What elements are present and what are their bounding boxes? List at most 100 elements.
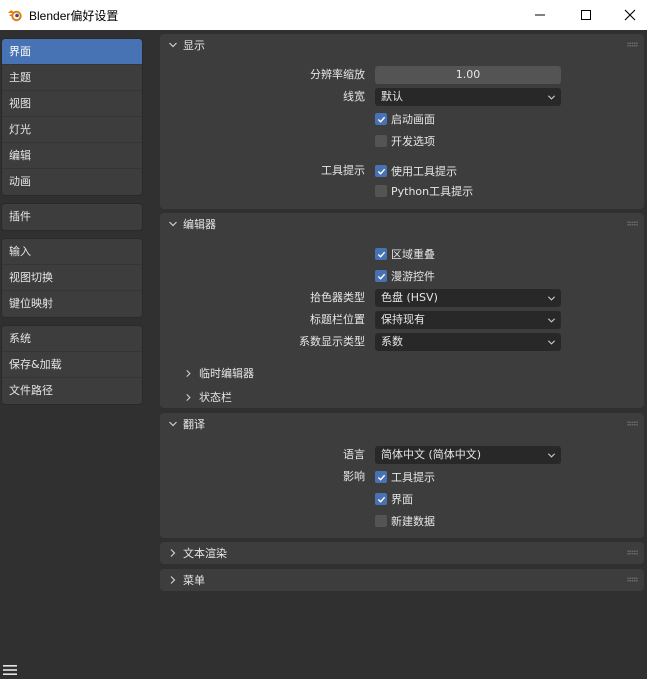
- factor-display-label: 系数显示类型: [299, 335, 365, 348]
- sidebar-item-addons[interactable]: 插件: [2, 204, 142, 230]
- chevron-down-icon: [169, 42, 177, 48]
- splash-screen-label: 启动画面: [391, 113, 435, 126]
- status-bar-label: 状态栏: [199, 391, 232, 404]
- sidebar-group-addons: 插件: [1, 203, 143, 231]
- editors-panel: 编辑器 区域重叠 漫游控件 拾色器类型 色盘 (HSV) 标题栏位置 保持现有 …: [160, 213, 644, 408]
- developer-extras-label: 开发选项: [391, 135, 435, 148]
- affect-label: 影响: [343, 470, 365, 483]
- editors-panel-header[interactable]: 编辑器: [160, 213, 644, 235]
- language-select[interactable]: 简体中文 (简体中文): [375, 446, 561, 464]
- affect-new-data-label: 新建数据: [391, 515, 435, 528]
- checkbox-checked-icon: [375, 493, 387, 505]
- display-panel-header[interactable]: 显示: [160, 34, 644, 56]
- python-tooltips-checkbox[interactable]: Python工具提示: [375, 182, 473, 200]
- python-tooltips-label: Python工具提示: [391, 185, 474, 198]
- maximize-button[interactable]: [563, 0, 609, 30]
- checkbox-checked-icon: [375, 113, 387, 125]
- checkbox-checked-icon: [375, 471, 387, 483]
- maximize-icon: [581, 10, 591, 20]
- drag-grip-icon[interactable]: [627, 421, 638, 426]
- status-bar-subpanel[interactable]: 状态栏: [184, 388, 232, 406]
- drag-grip-icon[interactable]: [627, 550, 638, 555]
- sidebar-item-file-paths[interactable]: 文件路径: [2, 378, 142, 404]
- region-overlap-checkbox[interactable]: 区域重叠: [375, 245, 435, 263]
- checkbox-unchecked-icon: [375, 135, 387, 147]
- menus-panel-header[interactable]: 菜单: [160, 569, 644, 591]
- minimize-icon: [535, 14, 545, 16]
- display-panel-title: 显示: [183, 39, 205, 52]
- chevron-right-icon: [186, 369, 191, 377]
- line-width-label: 线宽: [343, 90, 365, 103]
- title-bar: Blender偏好设置: [0, 0, 647, 30]
- close-icon: [624, 9, 636, 21]
- drag-grip-icon[interactable]: [627, 42, 638, 47]
- chevron-right-icon: [186, 393, 191, 401]
- chevron-down-icon: [169, 221, 177, 227]
- text-rendering-panel: 文本渲染: [160, 542, 644, 564]
- translation-panel-header[interactable]: 翻译: [160, 413, 644, 435]
- checkbox-checked-icon: [375, 248, 387, 260]
- translation-panel: 翻译 语言 简体中文 (简体中文) 影响 工具提示 界面 新建数据: [160, 413, 644, 538]
- checkbox-checked-icon: [375, 165, 387, 177]
- text-rendering-panel-title: 文本渲染: [183, 547, 227, 560]
- factor-display-value: 系数: [381, 335, 403, 348]
- header-position-select[interactable]: 保持现有: [375, 311, 561, 329]
- user-tooltips-label: 使用工具提示: [391, 165, 457, 178]
- minimize-button[interactable]: [517, 0, 563, 30]
- affect-tooltips-checkbox[interactable]: 工具提示: [375, 468, 435, 486]
- text-rendering-panel-header[interactable]: 文本渲染: [160, 542, 644, 564]
- chevron-down-icon: [547, 318, 556, 323]
- header-position-label: 标题栏位置: [310, 313, 365, 326]
- sidebar-item-input[interactable]: 输入: [2, 239, 142, 265]
- region-overlap-label: 区域重叠: [391, 248, 435, 261]
- sidebar-item-navigation[interactable]: 视图切换: [2, 265, 142, 291]
- developer-extras-checkbox[interactable]: 开发选项: [375, 132, 435, 150]
- color-picker-select[interactable]: 色盘 (HSV): [375, 289, 561, 307]
- drag-grip-icon[interactable]: [627, 577, 638, 582]
- chevron-down-icon: [547, 296, 556, 301]
- affect-new-data-checkbox[interactable]: 新建数据: [375, 512, 435, 530]
- temp-editors-subpanel[interactable]: 临时编辑器: [184, 364, 254, 382]
- translation-panel-title: 翻译: [183, 418, 205, 431]
- chevron-down-icon: [169, 421, 177, 427]
- sidebar-item-save-load[interactable]: 保存&加载: [2, 352, 142, 378]
- user-tooltips-checkbox[interactable]: 使用工具提示: [375, 162, 457, 180]
- drag-grip-icon[interactable]: [627, 221, 638, 226]
- language-label: 语言: [343, 448, 365, 461]
- line-width-select[interactable]: 默认: [375, 88, 561, 106]
- line-width-value: 默认: [381, 90, 403, 103]
- hamburger-menu-icon[interactable]: [3, 664, 17, 676]
- color-picker-label: 拾色器类型: [310, 291, 365, 304]
- close-button[interactable]: [607, 0, 647, 30]
- chevron-down-icon: [547, 340, 556, 345]
- menus-panel-title: 菜单: [183, 574, 205, 587]
- affect-tooltips-label: 工具提示: [391, 471, 435, 484]
- checkbox-unchecked-icon: [375, 185, 387, 197]
- color-picker-value: 色盘 (HSV): [381, 291, 438, 304]
- sidebar-item-interface[interactable]: 界面: [2, 39, 142, 65]
- sidebar-item-lights[interactable]: 灯光: [2, 117, 142, 143]
- chevron-right-icon: [170, 576, 176, 584]
- chevron-right-icon: [170, 549, 176, 557]
- checkbox-checked-icon: [375, 270, 387, 282]
- temp-editors-label: 临时编辑器: [199, 367, 254, 380]
- window-title: Blender偏好设置: [29, 8, 119, 23]
- language-value: 简体中文 (简体中文): [381, 448, 482, 461]
- blender-logo-icon: [8, 10, 22, 22]
- chevron-down-icon: [547, 95, 556, 100]
- chevron-down-icon: [547, 453, 556, 458]
- resolution-scale-label: 分辨率缩放: [310, 68, 365, 81]
- menus-panel: 菜单: [160, 569, 644, 591]
- resolution-scale-field[interactable]: 1.00: [375, 66, 561, 84]
- affect-interface-checkbox[interactable]: 界面: [375, 490, 413, 508]
- affect-interface-label: 界面: [391, 493, 413, 506]
- factor-display-select[interactable]: 系数: [375, 333, 561, 351]
- navigation-controls-checkbox[interactable]: 漫游控件: [375, 267, 435, 285]
- display-panel: 显示 分辨率缩放 1.00 线宽 默认 启动画面 开发选项 工具提示 使用工具提…: [160, 34, 644, 209]
- navigation-controls-label: 漫游控件: [391, 270, 435, 283]
- splash-screen-checkbox[interactable]: 启动画面: [375, 110, 435, 128]
- editors-panel-title: 编辑器: [183, 218, 216, 231]
- header-position-value: 保持现有: [381, 313, 425, 326]
- checkbox-unchecked-icon: [375, 515, 387, 527]
- tooltips-label: 工具提示: [321, 164, 365, 177]
